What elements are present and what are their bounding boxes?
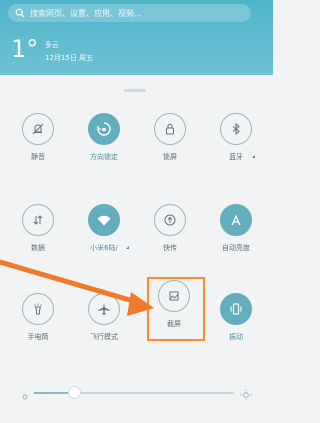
toggle-label: 静音 [31,153,45,161]
toggle-rotation-lock[interactable]: 方向锁定 [76,113,132,177]
toggle-flashlight[interactable]: 手电筒 [10,293,66,357]
toggle-label: 手电筒 [27,333,49,341]
upload-icon [154,204,186,236]
toggle-quick-transfer[interactable]: 快传 [142,204,198,268]
date-label: 12月15日 周五 [45,54,94,62]
toggle-label: 自动亮度 [222,244,250,252]
toggle-data[interactable]: 数据 [10,204,66,268]
expand-indicator-icon [252,155,255,158]
toggle-label: 飞行模式 [90,333,118,341]
rotation-lock-icon [88,113,120,145]
notification-header: 1° 多云 12月15日 周五 [0,0,273,75]
expand-indicator-icon [126,246,129,249]
auto-brightness-icon [220,204,252,236]
toggle-label: 小米6陆/ [90,244,118,252]
toggle-lock-screen[interactable]: 锁屏 [142,113,198,177]
airplane-icon [88,293,120,325]
toggle-airplane-mode[interactable]: 飞行模式 [76,293,132,357]
toggle-label: 蓝牙 [229,153,243,161]
search-bar[interactable] [8,4,251,22]
lock-icon [154,113,186,145]
weather-condition: 多云 [45,41,59,49]
vibrate-icon [220,293,252,325]
toggle-wifi[interactable]: 小米6陆/ [76,204,132,268]
flashlight-icon [22,293,54,325]
toggle-bluetooth[interactable]: 蓝牙 [208,113,264,177]
toggle-label: 振动 [229,333,243,341]
brightness-slider-thumb[interactable] [68,386,81,399]
toggle-auto-brightness[interactable]: 自动亮度 [208,204,264,268]
search-icon [12,5,28,21]
data-arrows-icon [22,204,54,236]
wifi-icon [88,204,120,236]
toggle-label: 锁屏 [163,153,177,161]
brightness-low-icon [20,387,30,400]
toggle-vibrate[interactable]: 振动 [208,293,264,357]
toggle-label: 数据 [31,244,45,252]
bluetooth-icon [220,113,252,145]
screenshot-highlight-box [147,277,205,341]
temperature: 1° [11,35,39,63]
brightness-high-icon [240,386,252,401]
toggle-label: 快传 [163,244,177,252]
search-input[interactable] [28,8,242,18]
panel-handle[interactable] [124,89,146,92]
toggle-mute[interactable]: 静音 [10,113,66,177]
toggle-label: 方向锁定 [90,153,118,161]
bell-off-icon [22,113,54,145]
